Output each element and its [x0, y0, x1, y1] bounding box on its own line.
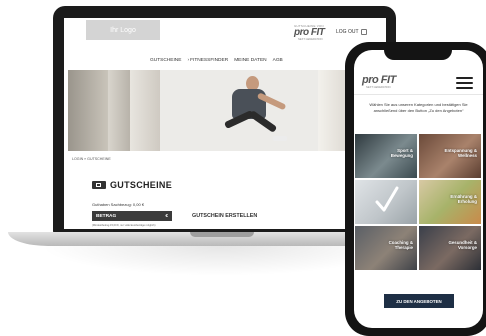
brand-sub-text: NEXT GENERATION: [366, 86, 391, 89]
laptop-notch: [190, 232, 254, 237]
hero-person-shoe: [273, 136, 287, 141]
amount-note: (Mindestbetrag 15,00 €, nur volle Eurobe…: [92, 224, 156, 227]
main-nav: GUTSCHEINE › FITNESSFINDER MEINE DATEN AG…: [150, 58, 283, 63]
category-label: Sport & Bewegung: [390, 148, 413, 159]
profit-logo[interactable]: GUTSCHEINE VON pro FIT NEXT GENERATION: [294, 24, 326, 42]
create-voucher-button[interactable]: GUTSCHEIN ERSTELLEN: [192, 213, 257, 219]
page-title: GUTSCHEINE: [92, 180, 172, 190]
nav-item-fitnessfinder[interactable]: › FITNESSFINDER: [187, 58, 228, 63]
phone-notch: [384, 50, 452, 60]
category-tile-ernaehrung[interactable]: Ernährung & Erholung: [419, 180, 481, 224]
to-offers-button[interactable]: ZU DEN ANGEBOTEN: [384, 294, 454, 308]
currency-symbol: €: [165, 213, 168, 219]
breadcrumb[interactable]: LOGIN » GUTSCHEINE: [72, 157, 111, 161]
balance-text: Guthaben Sachbezug: 0,00 €: [92, 202, 145, 207]
category-tile-sport[interactable]: Sport & Bewegung: [355, 134, 417, 178]
profit-logo[interactable]: pro FIT NEXT GENERATION: [362, 74, 398, 90]
hero-column: [130, 70, 160, 151]
phone-screen: pro FIT NEXT GENERATION Wählen Sie aus u…: [354, 50, 483, 328]
amount-input[interactable]: BETRAG €: [92, 211, 172, 221]
brand-main-text: pro FIT: [362, 74, 396, 86]
voucher-icon: [92, 181, 106, 189]
brand-sub-text: NEXT GENERATION: [298, 38, 323, 41]
checkmark-icon: [375, 186, 399, 212]
intro-text: Wählen Sie aus unseren Kategorien und be…: [369, 102, 468, 113]
category-label: Entspannung & Wellness: [444, 148, 477, 159]
chevron-right-icon: ›: [187, 58, 190, 63]
nav-item-gutscheine[interactable]: GUTSCHEINE: [150, 58, 181, 63]
hamburger-menu-icon[interactable]: [456, 77, 473, 89]
hero-column: [318, 70, 348, 151]
category-tile-gesundheit[interactable]: Gesundheit & Vorsorge: [419, 226, 481, 270]
divider: [354, 94, 483, 95]
nav-item-meine-daten[interactable]: MEINE DATEN: [234, 58, 266, 63]
category-label: Coaching & Therapie: [388, 240, 413, 251]
page-title-text: GUTSCHEINE: [110, 180, 173, 190]
category-tile-coaching[interactable]: Coaching & Therapie: [355, 226, 417, 270]
hero-column: [68, 70, 108, 151]
category-label: Gesundheit & Vorsorge: [448, 240, 477, 251]
laptop-screen: Ihr Logo GUTSCHEINE VON pro FIT NEXT GEN…: [64, 18, 386, 229]
category-tile-selected[interactable]: [355, 180, 417, 224]
brand-main-text: pro FIT: [294, 27, 325, 38]
nav-item-agb[interactable]: AGB: [273, 58, 283, 63]
amount-label: BETRAG: [96, 213, 117, 219]
logout-button[interactable]: LOG OUT: [336, 29, 367, 35]
hero-column: [108, 70, 130, 151]
category-label: Ernährung & Erholung: [450, 194, 477, 205]
logout-label: LOG OUT: [336, 29, 359, 35]
logout-icon: [360, 29, 367, 35]
nav-item-label: FITNESSFINDER: [190, 58, 229, 63]
hero-image: [68, 70, 382, 151]
logo-placeholder[interactable]: Ihr Logo: [86, 20, 160, 40]
category-tile-entspannung[interactable]: Entspannung & Wellness: [419, 134, 481, 178]
